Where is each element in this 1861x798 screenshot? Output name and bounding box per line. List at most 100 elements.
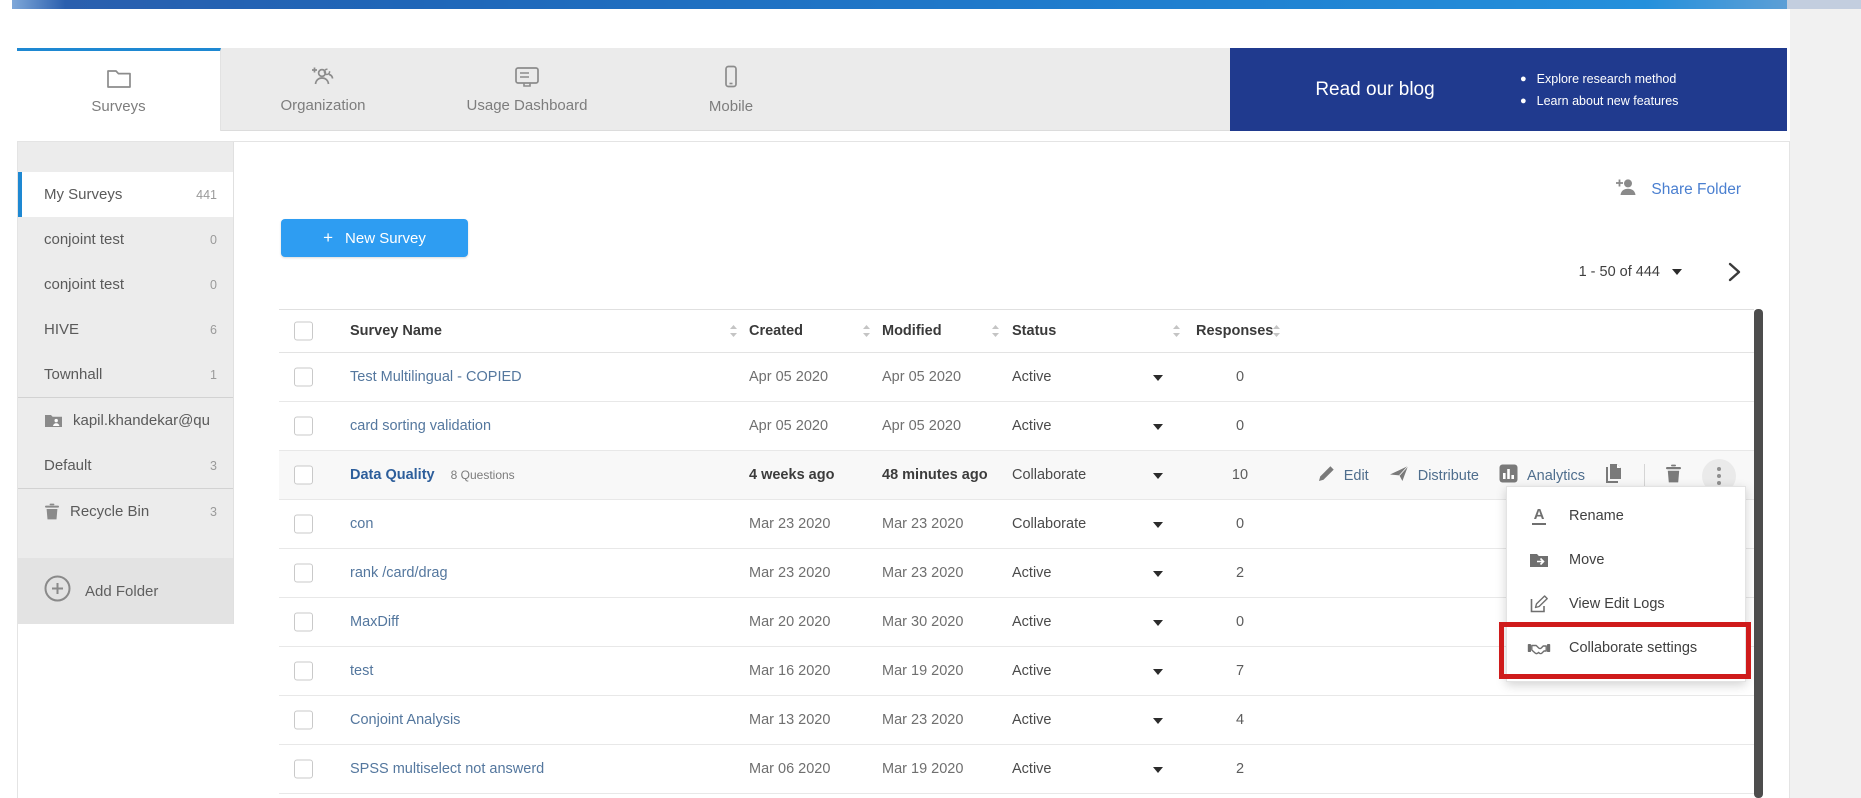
plus-circle-icon bbox=[44, 575, 71, 607]
created-date: Mar 16 2020 bbox=[749, 663, 830, 679]
row-checkbox[interactable] bbox=[294, 515, 313, 534]
column-header-created[interactable]: Created bbox=[749, 323, 803, 339]
survey-name-link[interactable]: test bbox=[350, 663, 373, 679]
folder-count: 1 bbox=[210, 368, 217, 382]
share-folder-label: Share Folder bbox=[1651, 181, 1741, 199]
row-checkbox[interactable] bbox=[294, 368, 313, 387]
row-checkbox[interactable] bbox=[294, 564, 313, 583]
survey-name-link[interactable]: MaxDiff bbox=[350, 614, 399, 630]
dashboard-screen-icon bbox=[514, 66, 540, 88]
modified-date: 48 minutes ago bbox=[882, 467, 988, 483]
top-accent-bar bbox=[12, 0, 1787, 9]
row-checkbox[interactable] bbox=[294, 466, 313, 485]
menu-item-view-edit-logs[interactable]: View Edit Logs bbox=[1507, 582, 1745, 626]
question-count-label: 8 Questions bbox=[451, 468, 515, 482]
primary-nav: Surveys Organization bbox=[17, 48, 1787, 131]
sort-icon[interactable] bbox=[729, 324, 738, 338]
survey-name-link[interactable]: card sorting validation bbox=[350, 418, 491, 434]
new-survey-button[interactable]: + New Survey bbox=[281, 219, 468, 257]
menu-item-move[interactable]: Move bbox=[1507, 538, 1745, 582]
tab-mobile[interactable]: Mobile bbox=[629, 48, 833, 131]
analytics-button[interactable]: Analytics bbox=[1499, 464, 1585, 488]
share-folder-button[interactable]: Share Folder bbox=[1615, 178, 1741, 201]
sort-icon[interactable] bbox=[1172, 324, 1181, 338]
survey-name-link[interactable]: Conjoint Analysis bbox=[350, 712, 460, 728]
blog-banner-bullets: ● Explore research method ● Learn about … bbox=[1520, 72, 1678, 108]
status-dropdown-caret[interactable] bbox=[1153, 565, 1163, 581]
sidebar-item-folder[interactable]: Default 3 bbox=[18, 443, 233, 488]
next-page-icon[interactable] bbox=[1728, 262, 1741, 282]
sort-icon[interactable] bbox=[991, 324, 1000, 338]
status-dropdown-caret[interactable] bbox=[1153, 614, 1163, 630]
status-text: Active bbox=[1012, 761, 1052, 777]
edit-log-icon bbox=[1527, 595, 1551, 613]
trash-icon bbox=[1665, 464, 1682, 488]
bullet-text: Explore research method bbox=[1537, 72, 1677, 86]
column-header-status[interactable]: Status bbox=[1012, 323, 1056, 339]
sidebar-item-folder[interactable]: Townhall 1 bbox=[18, 352, 233, 397]
survey-name-link[interactable]: con bbox=[350, 516, 373, 532]
menu-item-collaborate-settings[interactable]: Collaborate settings bbox=[1507, 626, 1745, 670]
folder-label: Recycle Bin bbox=[70, 503, 202, 520]
sidebar-item-folder[interactable]: HIVE 6 bbox=[18, 307, 233, 352]
responses-count: 2 bbox=[1207, 565, 1273, 581]
actions-divider bbox=[1644, 464, 1645, 488]
status-dropdown-caret[interactable] bbox=[1153, 761, 1163, 777]
folder-label: Default bbox=[44, 457, 202, 474]
survey-name-link[interactable]: SPSS multiselect not answerd bbox=[350, 761, 544, 777]
tab-organization[interactable]: Organization bbox=[221, 48, 425, 131]
row-checkbox[interactable] bbox=[294, 760, 313, 779]
survey-name-link[interactable]: Data Quality bbox=[350, 467, 435, 483]
sidebar-item-folder[interactable]: conjoint test 0 bbox=[18, 262, 233, 307]
survey-name-link[interactable]: Test Multilingual - COPIED bbox=[350, 369, 522, 385]
status-text: Active bbox=[1012, 712, 1052, 728]
sidebar-item-shared-account[interactable]: kapil.khandekar@que... bbox=[18, 398, 233, 443]
sidebar-item-recycle-bin[interactable]: Recycle Bin 3 bbox=[18, 489, 233, 534]
tab-surveys[interactable]: Surveys bbox=[17, 48, 221, 131]
bullet-dot-icon: ● bbox=[1520, 95, 1527, 107]
folders-sidebar: My Surveys 441 conjoint test 0 conjoint … bbox=[18, 142, 234, 624]
row-checkbox[interactable] bbox=[294, 417, 313, 436]
column-header-modified[interactable]: Modified bbox=[882, 323, 942, 339]
status-dropdown-caret[interactable] bbox=[1153, 516, 1163, 532]
sort-icon[interactable] bbox=[1272, 324, 1281, 338]
status-text: Active bbox=[1012, 418, 1052, 434]
status-dropdown-caret[interactable] bbox=[1153, 712, 1163, 728]
table-scrollbar[interactable] bbox=[1754, 309, 1763, 798]
status-dropdown-caret[interactable] bbox=[1153, 418, 1163, 434]
status-dropdown-caret[interactable] bbox=[1153, 663, 1163, 679]
blog-banner[interactable]: Read our blog ● Explore research method … bbox=[1230, 48, 1787, 131]
copy-survey-button[interactable] bbox=[1605, 463, 1624, 489]
column-header-survey-name[interactable]: Survey Name bbox=[350, 323, 442, 339]
page-size-caret-icon[interactable] bbox=[1672, 269, 1682, 275]
row-checkbox[interactable] bbox=[294, 711, 313, 730]
sort-icon[interactable] bbox=[862, 324, 871, 338]
menu-item-label: Move bbox=[1569, 552, 1604, 568]
distribute-button[interactable]: Distribute bbox=[1389, 465, 1479, 487]
row-checkbox[interactable] bbox=[294, 662, 313, 681]
modified-date: Mar 23 2020 bbox=[882, 516, 963, 532]
status-dropdown-caret[interactable] bbox=[1153, 467, 1163, 483]
sidebar-item-my-surveys[interactable]: My Surveys 441 bbox=[18, 172, 233, 217]
folder-count: 3 bbox=[210, 505, 217, 519]
add-person-icon bbox=[1615, 178, 1639, 201]
edit-label: Edit bbox=[1344, 468, 1369, 484]
edit-button[interactable]: Edit bbox=[1318, 465, 1369, 487]
bullet-text: Learn about new features bbox=[1537, 94, 1679, 108]
select-all-checkbox[interactable] bbox=[294, 322, 313, 341]
delete-survey-button[interactable] bbox=[1665, 464, 1682, 488]
row-checkbox[interactable] bbox=[294, 613, 313, 632]
add-folder-button[interactable]: Add Folder bbox=[18, 558, 233, 624]
blog-banner-title[interactable]: Read our blog bbox=[1230, 79, 1520, 101]
table-row: Test Multilingual - COPIED Apr 05 2020 A… bbox=[279, 353, 1754, 402]
status-dropdown-caret[interactable] bbox=[1153, 369, 1163, 385]
tab-usage-dashboard[interactable]: Usage Dashboard bbox=[425, 48, 629, 131]
survey-name-link[interactable]: rank /card/drag bbox=[350, 565, 448, 581]
column-header-responses[interactable]: Responses bbox=[1196, 323, 1273, 339]
modified-date: Mar 19 2020 bbox=[882, 761, 963, 777]
bullet-dot-icon: ● bbox=[1520, 73, 1527, 85]
menu-item-rename[interactable]: A Rename bbox=[1507, 494, 1745, 538]
sidebar-item-folder[interactable]: conjoint test 0 bbox=[18, 217, 233, 262]
modified-date: Apr 05 2020 bbox=[882, 418, 961, 434]
status-text: Active bbox=[1012, 614, 1052, 630]
